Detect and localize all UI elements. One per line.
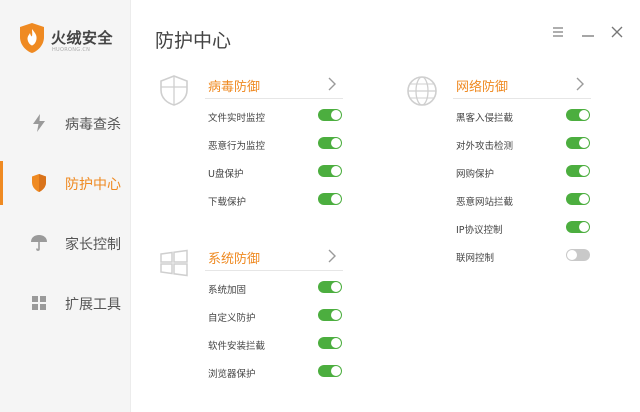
sidebar-item-parental-control[interactable]: 家长控制 [0,221,131,265]
section-divider [205,270,343,271]
toggle-malicious-site-block[interactable] [566,193,590,205]
umbrella-icon [31,235,47,251]
toggle-browser-protection[interactable] [318,365,342,377]
chevron-right-icon[interactable] [326,77,338,91]
globe-icon [407,76,437,106]
sidebar-item-extension-tools[interactable]: 扩展工具 [0,281,131,325]
chevron-right-icon[interactable] [326,249,338,263]
sidebar-item-label: 病毒查杀 [65,117,121,133]
sidebar-item-label: 扩展工具 [65,297,121,313]
setting-label: 对外攻击检测 [456,141,514,152]
toggle-system-hardening[interactable] [318,281,342,293]
toggle-usb-protection[interactable] [318,165,342,177]
section-divider [453,98,591,99]
brand-logo: 火绒安全 HUORONG.CN [18,22,128,56]
shield-outline-icon [160,75,188,106]
close-icon[interactable] [607,22,627,42]
setting-label: 网购保护 [456,169,495,180]
toggle-online-shopping-protection[interactable] [566,165,590,177]
section-title-network-defense: 网络防御 [456,80,509,95]
toggle-software-install-block[interactable] [318,337,342,349]
toggle-hacker-intrusion-block[interactable] [566,109,590,121]
setting-label: 浏览器保护 [208,369,256,380]
setting-label: 软件安装拦截 [208,341,266,352]
toggle-network-access-control[interactable] [566,249,590,261]
sidebar: 火绒安全 HUORONG.CN 病毒查杀 防护中心 家长控制 扩展工具 [0,0,131,412]
toggle-download-protection[interactable] [318,193,342,205]
sidebar-item-label: 家长控制 [65,237,121,253]
huorong-logo-icon [20,23,44,53]
sidebar-item-label: 防护中心 [65,177,121,193]
setting-label: 系统加固 [208,285,247,296]
lightning-icon [33,114,45,132]
shield-icon [32,174,46,192]
toggle-ip-protocol-control[interactable] [566,221,590,233]
page-title: 防护中心 [155,30,232,52]
grid-icon [32,296,46,310]
windows-icon [160,249,188,277]
setting-label: 文件实时监控 [208,113,266,124]
toggle-outbound-attack-detection[interactable] [566,137,590,149]
setting-label: U盘保护 [208,169,244,180]
active-indicator [0,161,3,205]
sidebar-item-protection-center[interactable]: 防护中心 [0,161,131,205]
brand-name: 火绒安全 [51,29,114,47]
toggle-malicious-behavior-monitor[interactable] [318,137,342,149]
chevron-right-icon[interactable] [574,77,586,91]
setting-label: 下载保护 [208,197,247,208]
section-title-virus-defense: 病毒防御 [208,80,261,95]
setting-label: 黑客入侵拦截 [456,113,514,124]
setting-label: IP协议控制 [456,225,503,236]
setting-label: 自定义防护 [208,313,256,324]
minimize-icon[interactable] [578,22,598,42]
section-divider [205,98,343,99]
setting-label: 联网控制 [456,253,495,264]
brand-url: HUORONG.CN [52,47,91,53]
section-title-system-defense: 系统防御 [208,252,261,267]
setting-label: 恶意行为监控 [208,141,266,152]
menu-icon[interactable] [548,22,568,42]
sidebar-item-virus-scan[interactable]: 病毒查杀 [0,101,131,145]
toggle-custom-protection[interactable] [318,309,342,321]
toggle-file-realtime-monitor[interactable] [318,109,342,121]
setting-label: 恶意网站拦截 [456,197,514,208]
